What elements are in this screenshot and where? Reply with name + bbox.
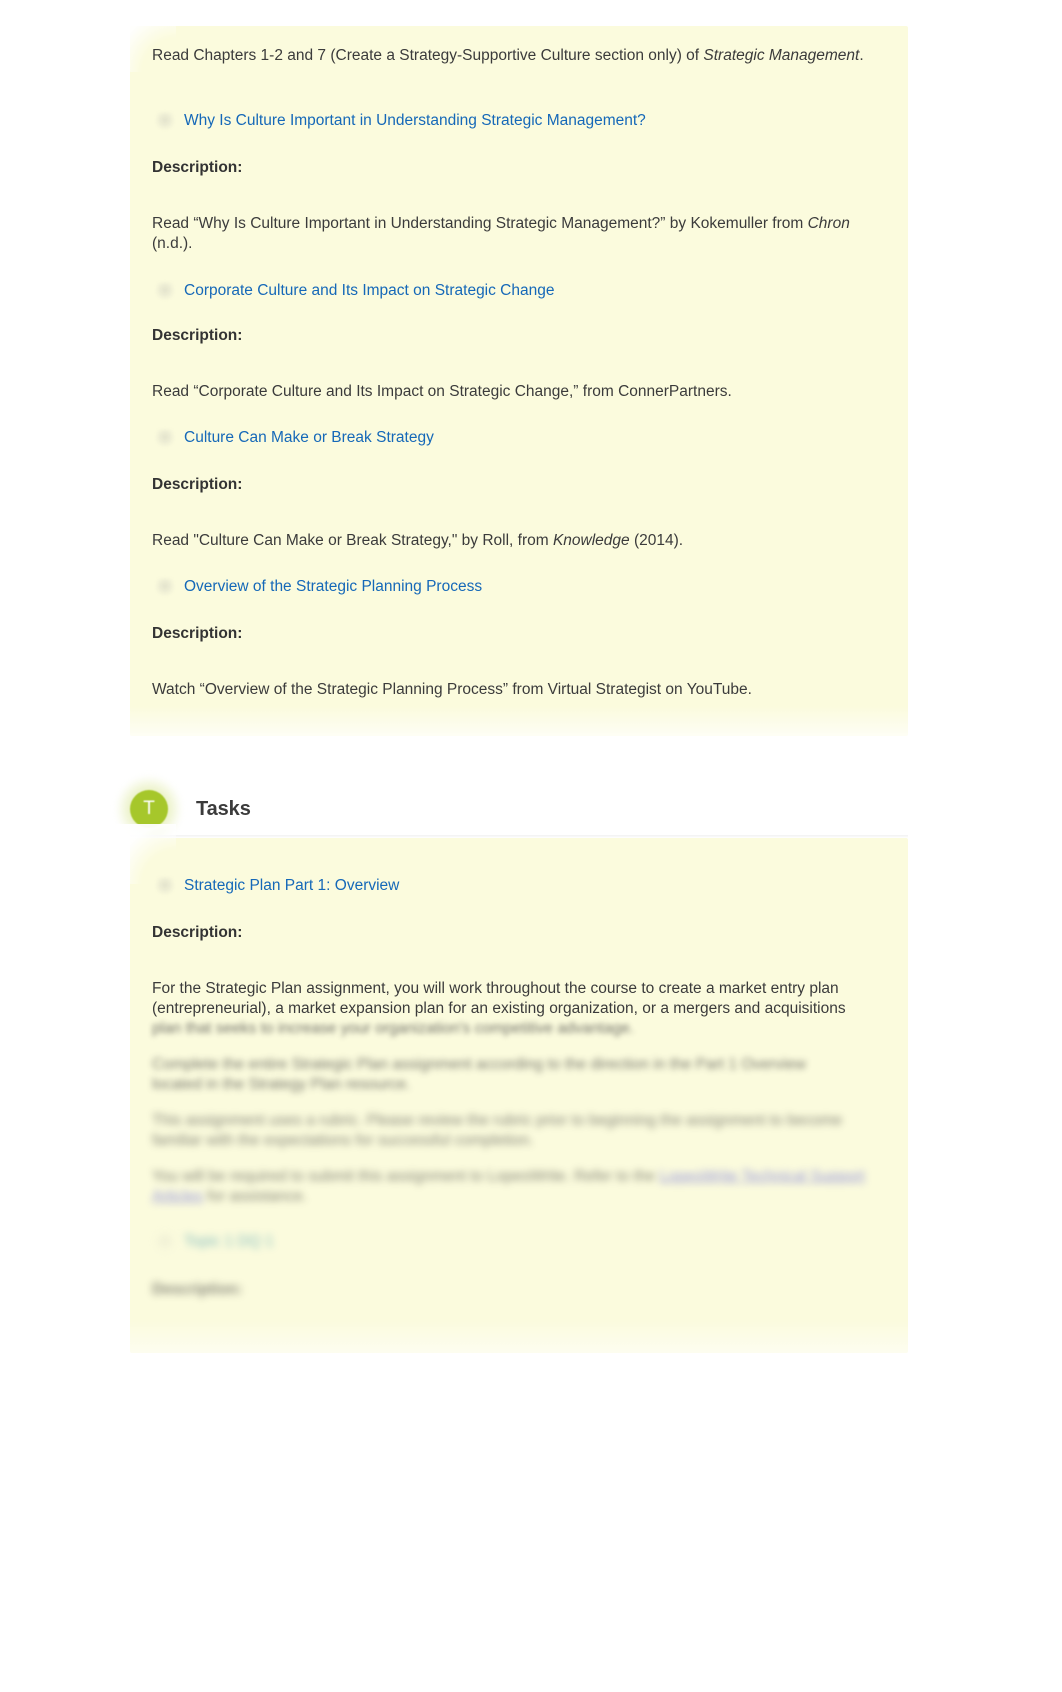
resource-4-description: Watch “Overview of the Strategic Plannin… [152, 680, 894, 700]
task-link-icon [156, 1233, 174, 1251]
task-item-2[interactable]: Topic 1 DQ 1 [156, 1232, 274, 1252]
resource-4-desc-before: Watch “Overview of the Strategic Plannin… [152, 681, 752, 698]
resource-3-desc-italic: Knowledge [552, 532, 630, 549]
task-link-icon [156, 877, 174, 895]
resource-2-description-label: Description: [152, 327, 243, 344]
resources-card-inner: Read Chapters 1-2 and 7 (Create a Strate… [130, 26, 908, 736]
resource-1-description: Read “Why Is Culture Important in Unders… [152, 214, 894, 254]
resource-link-icon [156, 429, 174, 447]
resource-3-desc-before: Read "Culture Can Make or Break Strategy… [152, 532, 553, 549]
resource-link-icon [156, 112, 174, 130]
resource-4-description-label: Description: [152, 625, 243, 642]
resource-item-1[interactable]: Why Is Culture Important in Understandin… [156, 111, 646, 131]
task-blurred-paragraph-3-after: for assistance. [202, 1188, 308, 1205]
task-1-description-label: Description: [152, 924, 243, 941]
task-link-2[interactable]: Topic 1 DQ 1 [184, 1232, 274, 1252]
resource-link-icon [156, 578, 174, 596]
resources-card: Read Chapters 1-2 and 7 (Create a Strate… [116, 12, 908, 736]
resource-2-description: Read “Corporate Culture and Its Impact o… [152, 382, 894, 402]
resources-intro-text-before: Read Chapters 1-2 and 7 (Create a Strate… [152, 47, 704, 64]
task-item-1[interactable]: Strategic Plan Part 1: Overview [156, 876, 399, 896]
resources-card-bottom-fade [130, 706, 908, 736]
course-content-page: Read Chapters 1-2 and 7 (Create a Strate… [0, 0, 1062, 1692]
task-blurred-paragraph-1-line-1: Complete the entire Strategic Plan assig… [152, 1056, 806, 1073]
resources-intro-text-after: . [859, 47, 864, 64]
tasks-section-header: T Tasks [116, 776, 908, 842]
tasks-card-inner: Strategic Plan Part 1: Overview Descript… [130, 838, 908, 1353]
resource-1-desc-before: Read “Why Is Culture Important in Unders… [152, 215, 808, 232]
resources-intro-italic-title: Strategic Management [703, 47, 860, 64]
task-1-description-line-3: plan that seeks to increase your organiz… [152, 1020, 635, 1037]
resource-1-desc-after: (n.d.). [152, 235, 193, 252]
resource-link-4[interactable]: Overview of the Strategic Planning Proce… [184, 577, 482, 597]
resource-link-1[interactable]: Why Is Culture Important in Understandin… [184, 111, 646, 131]
resource-item-2[interactable]: Corporate Culture and Its Impact on Stra… [156, 281, 554, 301]
tasks-card: Strategic Plan Part 1: Overview Descript… [116, 824, 908, 1353]
task-blurred-paragraph-2-line-2: familiar with the expectations for succe… [152, 1132, 534, 1149]
tasks-badge-wrap: T [116, 776, 182, 842]
resource-item-4[interactable]: Overview of the Strategic Planning Proce… [156, 577, 482, 597]
task-2-description-label: Description: [152, 1281, 243, 1298]
resource-3-description-label: Description: [152, 476, 243, 493]
resource-item-3[interactable]: Culture Can Make or Break Strategy [156, 428, 434, 448]
task-blurred-paragraph-3-before: You will be required to submit this assi… [152, 1168, 660, 1185]
resource-1-desc-italic: Chron [807, 215, 850, 232]
task-blurred-paragraph-1-line-2: located in the Strategy Plan resource. [152, 1076, 411, 1093]
task-1-description-line-2: (entrepreneurial), a market expansion pl… [152, 1000, 846, 1017]
resource-3-desc-after: (2014). [629, 532, 684, 549]
tasks-section-title: Tasks [196, 797, 251, 820]
resource-1-description-label: Description: [152, 159, 243, 176]
resource-2-desc-before: Read “Corporate Culture and Its Impact o… [152, 383, 732, 400]
resource-link-2[interactable]: Corporate Culture and Its Impact on Stra… [184, 281, 554, 301]
resource-link-3[interactable]: Culture Can Make or Break Strategy [184, 428, 434, 448]
tasks-badge-icon: T [130, 790, 168, 828]
task-1-description-line-1: For the Strategic Plan assignment, you w… [152, 980, 839, 997]
task-blurred-paragraph-2-line-1: This assignment uses a rubric. Please re… [152, 1112, 843, 1129]
task-link-1[interactable]: Strategic Plan Part 1: Overview [184, 876, 399, 896]
resource-link-icon [156, 282, 174, 300]
tasks-card-bottom-fade [130, 1319, 908, 1353]
resource-3-description: Read "Culture Can Make or Break Strategy… [152, 531, 894, 551]
resources-intro-paragraph: Read Chapters 1-2 and 7 (Create a Strate… [152, 46, 894, 66]
task-blurred-paragraph-3: You will be required to submit this assi… [152, 1167, 894, 1207]
